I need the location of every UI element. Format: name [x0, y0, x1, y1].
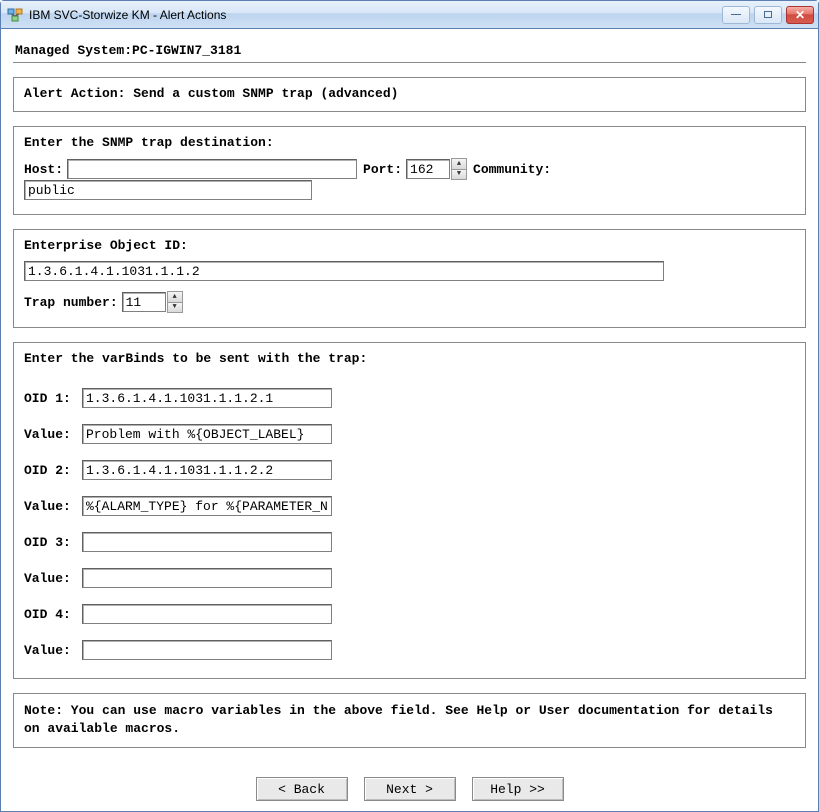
port-label: Port:: [363, 162, 402, 177]
host-label: Host:: [24, 162, 63, 177]
trap-number-row: Trap number: ▲ ▼: [24, 291, 795, 313]
varbinds-title: Enter the varBinds to be sent with the t…: [24, 351, 795, 366]
trap-spin-up[interactable]: ▲: [168, 292, 182, 302]
value1-label: Value:: [24, 427, 82, 442]
value3-input[interactable]: [82, 568, 332, 588]
help-button[interactable]: Help >>: [472, 777, 564, 801]
trap-spin-down[interactable]: ▼: [168, 302, 182, 312]
enterprise-oid-input[interactable]: [24, 261, 664, 281]
window-controls: ✕: [722, 6, 814, 24]
oid2-input[interactable]: [82, 460, 332, 480]
oid3-input[interactable]: [82, 532, 332, 552]
value2-label: Value:: [24, 499, 82, 514]
alert-action-label: Alert Action:: [24, 86, 133, 101]
alert-action-panel: Alert Action: Send a custom SNMP trap (a…: [13, 77, 806, 112]
enterprise-oid-label: Enterprise Object ID:: [24, 238, 795, 253]
titlebar[interactable]: IBM SVC-Storwize KM - Alert Actions ✕: [1, 1, 818, 29]
trap-number-spinner[interactable]: ▲ ▼: [167, 291, 183, 313]
minimize-button[interactable]: [722, 6, 750, 24]
host-input[interactable]: [67, 159, 357, 179]
community-input[interactable]: [24, 180, 312, 200]
varbinds-panel: Enter the varBinds to be sent with the t…: [13, 342, 806, 679]
value2-input[interactable]: [82, 496, 332, 516]
managed-system-label: Managed System:: [15, 43, 132, 58]
port-spin-up[interactable]: ▲: [452, 159, 466, 169]
back-button[interactable]: < Back: [256, 777, 348, 801]
note-panel: Note: You can use macro variables in the…: [13, 693, 806, 748]
managed-system-heading: Managed System:PC-IGWIN7_3181: [15, 43, 806, 58]
oid4-label: OID 4:: [24, 607, 82, 622]
port-input[interactable]: [406, 159, 450, 179]
note-text: Note: You can use macro variables in the…: [24, 703, 773, 736]
value3-label: Value:: [24, 571, 82, 586]
trap-number-input[interactable]: [122, 292, 166, 312]
window-title: IBM SVC-Storwize KM - Alert Actions: [29, 8, 722, 22]
content-area: Managed System:PC-IGWIN7_3181 Alert Acti…: [1, 29, 818, 767]
heading-separator: [13, 62, 806, 63]
value1-input[interactable]: [82, 424, 332, 444]
oid1-input[interactable]: [82, 388, 332, 408]
oid2-label: OID 2:: [24, 463, 82, 478]
snmp-destination-row: Host: Port: ▲ ▼ Community:: [24, 158, 795, 200]
wizard-footer: < Back Next > Help >>: [1, 767, 818, 811]
value4-label: Value:: [24, 643, 82, 658]
enterprise-panel: Enterprise Object ID: Trap number: ▲ ▼: [13, 229, 806, 328]
close-button[interactable]: ✕: [786, 6, 814, 24]
app-window: IBM SVC-Storwize KM - Alert Actions ✕ Ma…: [0, 0, 819, 812]
oid1-label: OID 1:: [24, 391, 82, 406]
snmp-destination-panel: Enter the SNMP trap destination: Host: P…: [13, 126, 806, 215]
app-icon: [7, 7, 23, 23]
oid4-input[interactable]: [82, 604, 332, 624]
next-button[interactable]: Next >: [364, 777, 456, 801]
oid3-label: OID 3:: [24, 535, 82, 550]
snmp-destination-title: Enter the SNMP trap destination:: [24, 135, 795, 150]
managed-system-value: PC-IGWIN7_3181: [132, 43, 241, 58]
maximize-button[interactable]: [754, 6, 782, 24]
community-label: Community:: [473, 162, 551, 177]
alert-action-value: Send a custom SNMP trap (advanced): [133, 86, 398, 101]
trap-number-label: Trap number:: [24, 295, 118, 310]
port-spinner[interactable]: ▲ ▼: [451, 158, 467, 180]
port-spin-down[interactable]: ▼: [452, 169, 466, 179]
value4-input[interactable]: [82, 640, 332, 660]
